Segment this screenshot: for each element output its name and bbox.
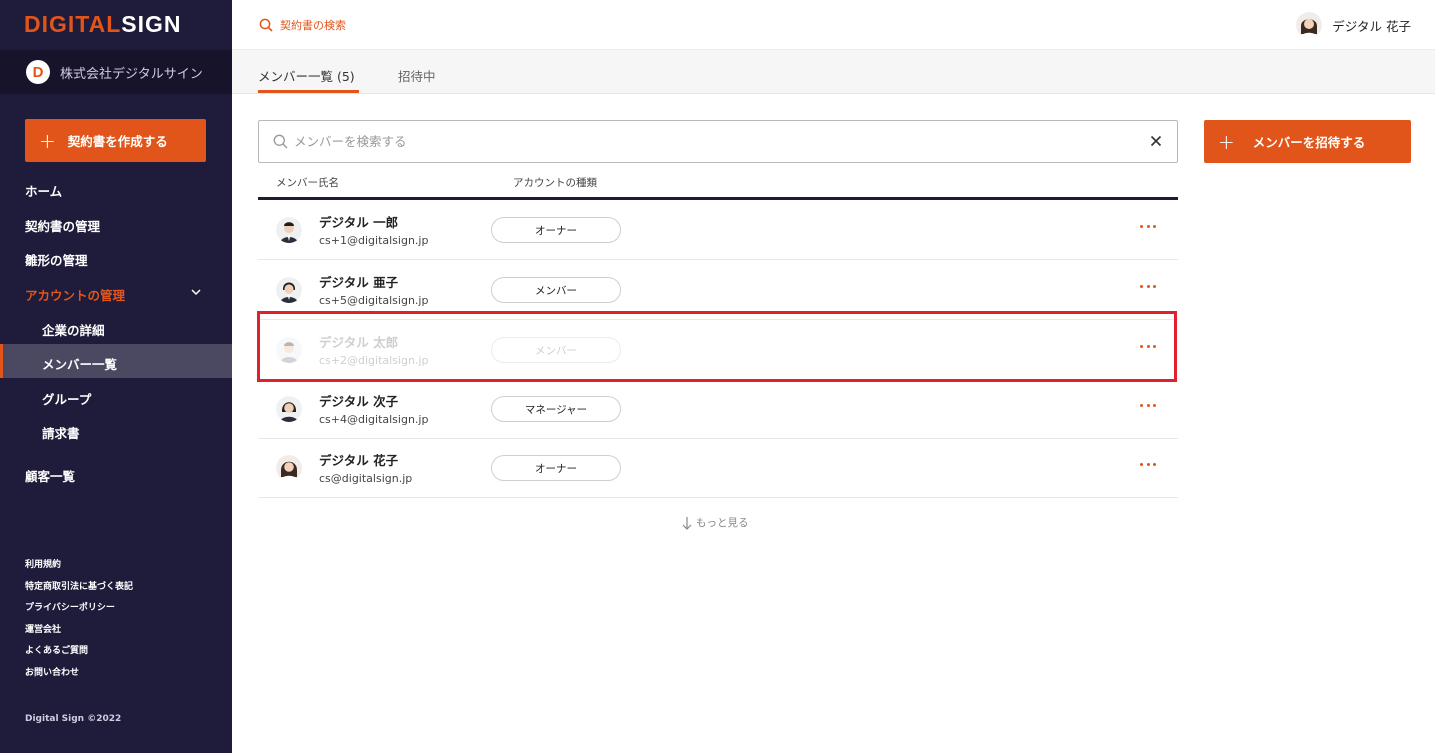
avatar	[1296, 12, 1323, 38]
member-search-box	[258, 120, 1178, 163]
member-email: cs@digitalsign.jp	[319, 472, 413, 485]
member-name: デジタル 次子	[319, 394, 399, 409]
link-commerce-law[interactable]: 特定商取引法に基づく表記	[25, 581, 133, 603]
sidebar-item-home[interactable]: ホーム	[25, 181, 62, 200]
more-options-icon[interactable]	[1140, 218, 1156, 234]
more-options-icon[interactable]	[1140, 278, 1156, 294]
company-switcher[interactable]: D 株式会社デジタルサイン	[0, 50, 232, 94]
footer-links: 利用規約 特定商取引法に基づく表記 プライバシーポリシー 運営会社 よくあるご質…	[25, 559, 133, 688]
role-badge[interactable]: マネージャー	[491, 396, 621, 422]
sidebar-item-member-list[interactable]: メンバー一覧	[42, 354, 117, 373]
member-name: デジタル 一郎	[319, 215, 399, 230]
company-name: 株式会社デジタルサイン	[60, 66, 203, 82]
member-email: cs+4@digitalsign.jp	[319, 413, 429, 426]
tab-member-list[interactable]: メンバー一覧 (5)	[258, 66, 359, 93]
avatar	[276, 277, 302, 303]
sidebar-item-customers[interactable]: 顧客一覧	[25, 466, 75, 485]
column-header-name: メンバー氏名	[276, 177, 339, 189]
logo[interactable]: DIGITALSIGN	[24, 11, 182, 38]
role-badge[interactable]: メンバー	[491, 277, 621, 303]
user-name: デジタル 花子	[1332, 18, 1411, 34]
sidebar-item-invoices[interactable]: 請求書	[42, 423, 80, 442]
sidebar: DIGITALSIGN D 株式会社デジタルサイン + 契約書を作成する ホーム…	[0, 0, 232, 753]
member-search-input[interactable]	[294, 134, 1114, 149]
sidebar-item-templates[interactable]: 雛形の管理	[25, 250, 88, 269]
app: DIGITALSIGN D 株式会社デジタルサイン + 契約書を作成する ホーム…	[0, 0, 1435, 753]
sidebar-item-groups[interactable]: グループ	[42, 389, 91, 408]
member-email: cs+5@digitalsign.jp	[319, 294, 429, 307]
contract-search-link[interactable]: 契約書の検索	[259, 17, 346, 33]
sidebar-item-account[interactable]: アカウントの管理	[25, 285, 125, 304]
sidebar-item-company-details[interactable]: 企業の詳細	[42, 320, 105, 339]
invite-member-button[interactable]: + メンバーを招待する	[1204, 120, 1411, 163]
row-highlight-box	[257, 311, 1177, 382]
tab-inviting[interactable]: 招待中	[398, 66, 436, 85]
user-menu[interactable]: デジタル 花子	[1296, 12, 1411, 38]
chevron-down-icon[interactable]	[190, 286, 202, 298]
more-options-icon[interactable]	[1140, 397, 1156, 413]
role-badge[interactable]: オーナー	[491, 217, 621, 243]
search-icon	[273, 134, 288, 149]
member-email: cs+1@digitalsign.jp	[319, 234, 429, 247]
link-contact[interactable]: お問い合わせ	[25, 667, 133, 689]
avatar	[276, 396, 302, 422]
plus-icon: +	[1218, 129, 1235, 154]
avatar	[276, 217, 302, 243]
copyright: Digital Sign ©2022	[25, 714, 122, 724]
company-logo-icon: D	[26, 60, 50, 84]
see-more-link[interactable]: もっと見る	[682, 515, 749, 530]
sidebar-item-contracts[interactable]: 契約書の管理	[25, 216, 100, 235]
link-privacy[interactable]: プライバシーポリシー	[25, 602, 133, 624]
link-company[interactable]: 運営会社	[25, 624, 133, 646]
table-row[interactable]: デジタル 一郎 cs+1@digitalsign.jp オーナー	[258, 200, 1178, 260]
arrow-down-icon	[682, 516, 692, 530]
close-icon[interactable]	[1149, 134, 1163, 148]
top-bar: 契約書の検索 デジタル 花子	[232, 0, 1435, 50]
avatar	[276, 455, 302, 481]
column-header-account-type: アカウントの種類	[513, 177, 597, 189]
search-icon	[259, 18, 273, 32]
link-faq[interactable]: よくあるご質問	[25, 645, 133, 667]
plus-icon: +	[39, 128, 56, 153]
table-row[interactable]: デジタル 次子 cs+4@digitalsign.jp マネージャー	[258, 379, 1178, 439]
table-row[interactable]: デジタル 花子 cs@digitalsign.jp オーナー	[258, 438, 1178, 498]
member-table-header: メンバー氏名 アカウントの種類	[258, 166, 1178, 200]
more-options-icon[interactable]	[1140, 456, 1156, 472]
role-badge[interactable]: オーナー	[491, 455, 621, 481]
tabs: メンバー一覧 (5) 招待中	[232, 50, 1435, 94]
member-name: デジタル 花子	[319, 453, 399, 468]
create-contract-button[interactable]: + 契約書を作成する	[25, 119, 206, 162]
member-name: デジタル 亜子	[319, 275, 399, 290]
link-terms[interactable]: 利用規約	[25, 559, 133, 581]
